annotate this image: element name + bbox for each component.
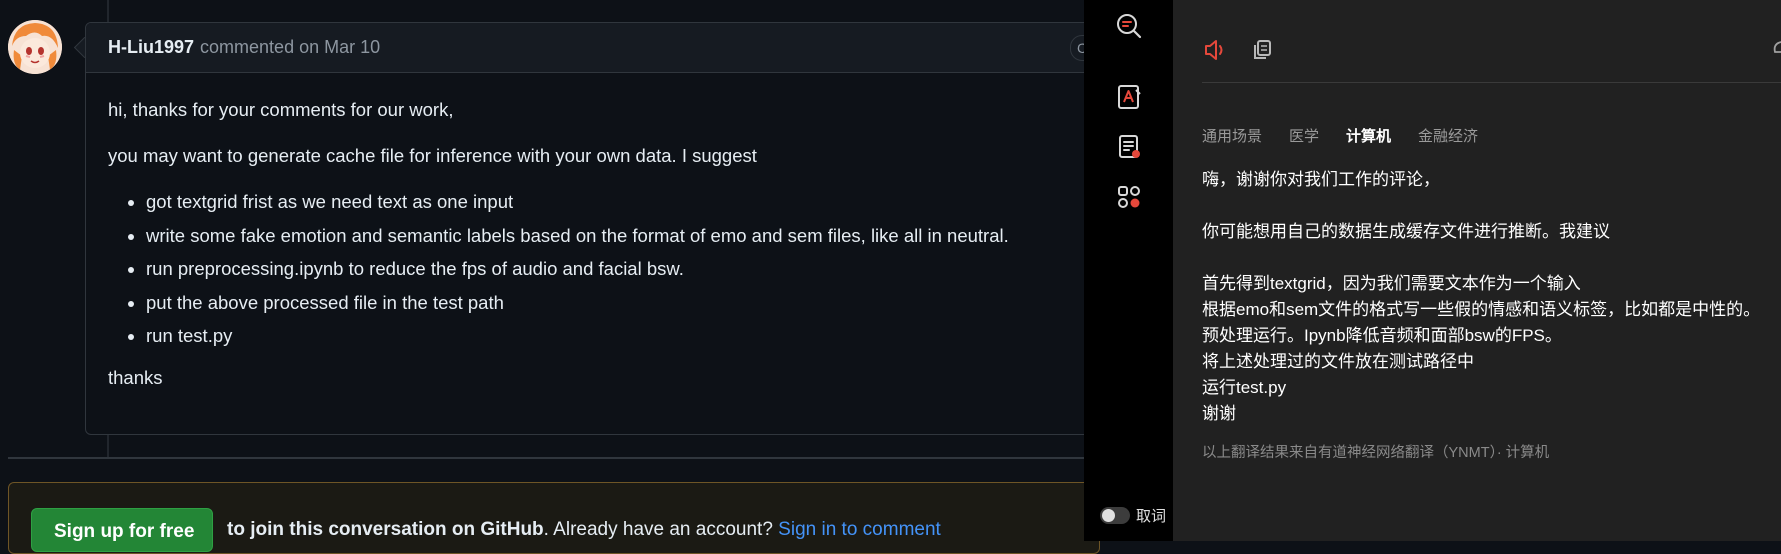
tab-finance[interactable]: 金融经济 [1418,125,1478,146]
signup-prompt: to join this conversation on GitHub. Alr… [227,519,941,541]
apps-icon[interactable] [1114,182,1144,212]
search-translate-icon[interactable] [1114,11,1144,41]
comment-paragraph: hi, thanks for your comments for our wor… [108,99,454,120]
signin-link[interactable]: Sign in to comment [778,519,941,540]
join-text: to join this conversation on GitHub [227,519,544,540]
list-item: run test.py [146,323,1074,349]
comment-paragraph: you may want to generate cache file for … [108,145,757,166]
list-item: run preprocessing.ipynb to reduce the fp… [146,256,1074,282]
translation-blank-line [1202,245,1781,271]
translation-line: 将上述处理过的文件放在测试路径中 [1202,352,1474,371]
account-text: . Already have an account? [543,519,779,540]
toolbar-divider [1202,82,1781,83]
toggle-switch[interactable] [1100,507,1130,524]
signup-banner: Sign up for free to join this conversati… [8,482,1100,554]
edge-arrow-icon[interactable] [1771,40,1781,56]
issue-comment: H-Liu1997 commented on Mar 10 C hi, than… [85,22,1097,435]
translation-line: 嗨，谢谢你对我们工作的评论， [1202,170,1440,189]
notes-icon[interactable] [1114,132,1144,162]
word-pick-toggle[interactable]: 取词 [1100,505,1166,526]
list-item: got textgrid frist as we need text as on… [146,189,1074,215]
comment-author[interactable]: H-Liu1997 [108,37,194,58]
document-translate-icon[interactable] [1114,82,1144,112]
list-item: write some fake emotion and semantic lab… [146,223,1074,249]
comment-header: H-Liu1997 commented on Mar 10 C [86,23,1096,73]
translation-text: 嗨，谢谢你对我们工作的评论， 你可能想用自己的数据生成缓存文件进行推断。我建议 … [1202,167,1781,427]
translation-source-note: 以上翻译结果来自有道神经网络翻译（YNMT）· 计算机 [1202,445,1550,461]
comment-closing: thanks [108,367,163,388]
translation-panel: 通用场景 医学 计算机 金融经济 嗨，谢谢你对我们工作的评论， 你可能想用自己的… [1173,0,1781,541]
comment-timestamp[interactable]: commented on Mar 10 [200,37,380,58]
translation-line: 预处理运行。Ipynb降低音频和面部bsw的FPS。 [1202,326,1562,345]
list-item: put the above processed file in the test… [146,290,1074,316]
domain-tabs: 通用场景 医学 计算机 金融经济 [1202,125,1478,146]
tab-medicine[interactable]: 医学 [1289,125,1319,146]
copy-icon[interactable] [1250,37,1274,68]
tab-computer[interactable]: 计算机 [1346,125,1391,146]
tab-general[interactable]: 通用场景 [1202,125,1262,146]
translation-line: 运行test.py [1202,378,1287,397]
signup-button[interactable]: Sign up for free [31,508,213,552]
speaker-icon[interactable] [1202,37,1228,68]
translation-line: 你可能想用自己的数据生成缓存文件进行推断。我建议 [1202,222,1610,241]
author-avatar[interactable] [8,20,62,74]
translation-line: 根据emo和sem文件的格式写一些假的情感和语义标签，比如都是中性的。 [1202,300,1761,319]
timeline-divider [8,457,1084,459]
comment-list: got textgrid frist as we need text as on… [108,189,1074,349]
translation-blank-line [1202,193,1781,219]
github-issue-page: H-Liu1997 commented on Mar 10 C hi, than… [0,0,1100,554]
panel-toolbar [1202,37,1274,68]
comment-body: hi, thanks for your comments for our wor… [86,73,1096,391]
translator-icon-bar: 取词 [1084,0,1173,541]
toggle-label: 取词 [1136,508,1167,525]
translation-line: 首先得到textgrid，因为我们需要文本作为一个输入 [1202,274,1581,293]
translation-line: 谢谢 [1202,404,1236,423]
